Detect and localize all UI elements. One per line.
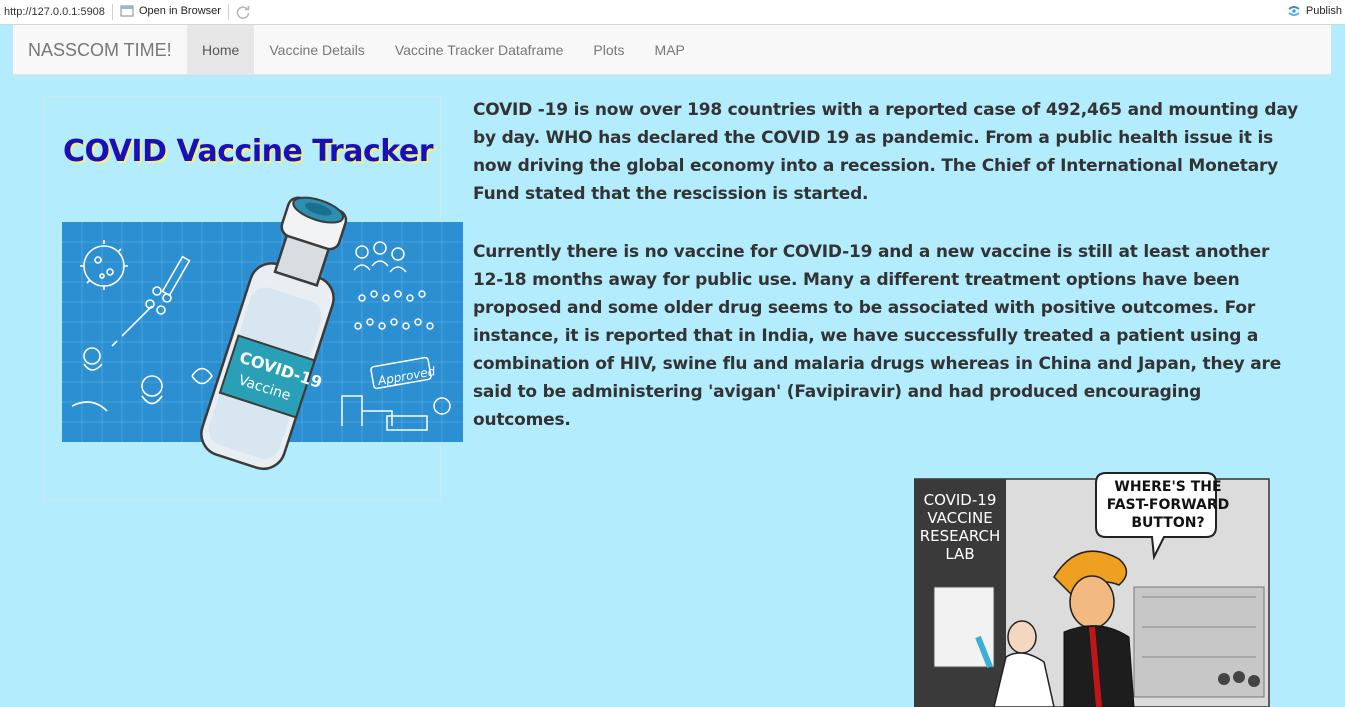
toolbar-divider [112,4,113,20]
navbar: NASSCOM TIME! Home Vaccine Details Vacci… [13,25,1331,75]
tab-vaccine-details[interactable]: Vaccine Details [254,25,379,74]
navbar-brand[interactable]: NASSCOM TIME! [28,40,172,61]
lab-sign-line-1: COVID-19 [924,491,997,509]
viewer-url[interactable]: http://127.0.0.1:5908 [4,6,105,18]
tab-home[interactable]: Home [187,25,255,74]
open-in-browser-label: Open in Browser [139,5,221,17]
toolbar-divider [228,4,229,20]
speech-line-3: BUTTON? [1131,515,1204,531]
vaccine-lab-cartoon: WHERE'S THE FAST-FORWARD BUTTON? COVID-1… [914,472,1270,707]
viewer-toolbar: http://127.0.0.1:5908 Open in Browser Pu… [0,0,1345,25]
open-in-browser-button[interactable]: Open in Browser [120,5,221,17]
publish-button[interactable]: Publish [1286,5,1342,17]
publish-icon [1288,6,1300,16]
tab-plots[interactable]: Plots [578,25,639,74]
treatment-paragraph: Currently there is no vaccine for COVID-… [473,242,1282,430]
lab-sign-line-3: RESEARCH [920,527,1001,545]
hero-title: COVID Vaccine Tracker [63,134,434,169]
publish-label: Publish [1305,5,1342,17]
nav-tabs: Home Vaccine Details Vaccine Tracker Dat… [187,25,700,74]
browser-window-icon [120,5,134,17]
lab-sign-line-2: VACCINE [927,509,992,527]
tab-vaccine-tracker-dataframe[interactable]: Vaccine Tracker Dataframe [380,25,579,74]
tab-map[interactable]: MAP [640,25,700,74]
speech-line-1: WHERE'S THE [1114,479,1221,495]
vaccine-vial-illustration: Approved COVID-19 Vaccine [62,196,463,470]
lab-sign-line-4: LAB [945,545,974,563]
refresh-icon[interactable] [235,4,251,20]
intro-paragraph: COVID -19 is now over 198 countries with… [473,100,1298,204]
speech-line-2: FAST-FORWARD [1107,497,1229,513]
